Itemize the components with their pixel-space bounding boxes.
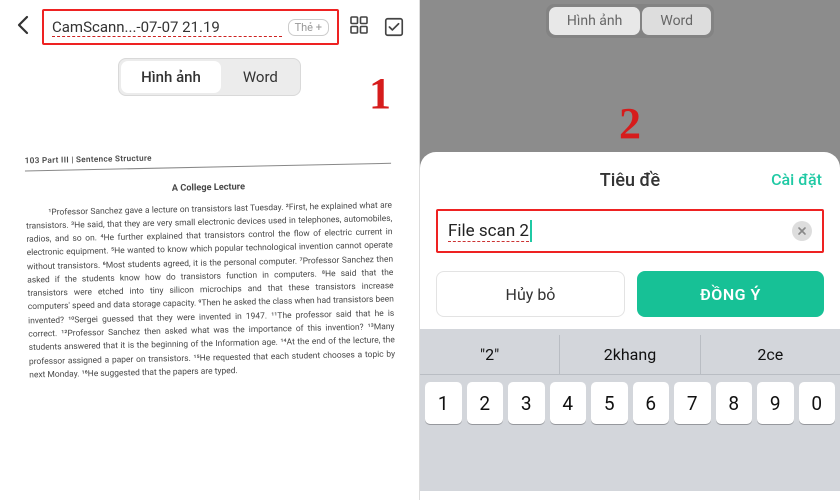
- annotation-step-number-2: 2: [619, 98, 641, 149]
- document-title-text: CamScann...-07-07 21.19: [52, 18, 282, 37]
- suggestion-1[interactable]: "2": [420, 335, 560, 374]
- key-1[interactable]: 1: [425, 382, 462, 424]
- title-input-value: File scan 2: [448, 221, 529, 242]
- scanned-document-preview[interactable]: 103 Part III | Sentence Structure A Coll…: [0, 117, 420, 500]
- key-6[interactable]: 6: [633, 382, 670, 424]
- rename-modal: Tiêu đề Cài đặt File scan 2 Hủy bỏ ĐỒNG …: [420, 152, 840, 500]
- clear-input-icon[interactable]: [792, 221, 812, 241]
- back-button[interactable]: [10, 11, 36, 44]
- text-cursor: [530, 220, 532, 242]
- annotation-step-number-1: 1: [369, 68, 391, 119]
- view-mode-segment: Hình ảnh Word: [0, 58, 419, 96]
- suggestion-3[interactable]: 2ce: [701, 335, 840, 374]
- keyboard-number-row: 1 2 3 4 5 6 7 8 9 0: [420, 375, 840, 424]
- doc-body-text: ¹Professor Sanchez gave a lecture on tra…: [26, 199, 396, 383]
- segment-word-tab[interactable]: Word: [223, 61, 298, 93]
- title-input-highlight[interactable]: File scan 2: [436, 209, 824, 253]
- key-2[interactable]: 2: [467, 382, 504, 424]
- suggestion-2[interactable]: 2khang: [560, 335, 700, 374]
- key-8[interactable]: 8: [716, 382, 753, 424]
- key-3[interactable]: 3: [508, 382, 545, 424]
- confirm-button[interactable]: ĐỒNG Ý: [637, 271, 824, 317]
- settings-link[interactable]: Cài đặt: [771, 170, 822, 189]
- segment-image-tab[interactable]: Hình ảnh: [121, 61, 221, 93]
- key-4[interactable]: 4: [550, 382, 587, 424]
- grid-view-icon[interactable]: [345, 11, 373, 44]
- bg-segment-image: Hình ảnh: [549, 7, 640, 35]
- doc-section-header: 103 Part III | Sentence Structure: [25, 154, 152, 166]
- top-bar: CamScann...-07-07 21.19 Thẻ +: [0, 0, 419, 54]
- doc-heading: A College Lecture: [25, 179, 391, 199]
- key-7[interactable]: 7: [674, 382, 711, 424]
- keyboard-suggestion-bar: "2" 2khang 2ce: [420, 335, 840, 375]
- cancel-button[interactable]: Hủy bỏ: [436, 271, 625, 317]
- ios-keyboard: "2" 2khang 2ce 1 2 3 4 5 6 7 8 9 0: [420, 329, 840, 491]
- select-check-icon[interactable]: [379, 12, 409, 42]
- key-5[interactable]: 5: [591, 382, 628, 424]
- dimmed-segment-background: Hình ảnh Word: [420, 0, 840, 48]
- screenshot-step-2: Hình ảnh Word 2 Tiêu đề Cài đặt File sca…: [420, 0, 840, 500]
- document-title-field-highlight[interactable]: CamScann...-07-07 21.19 Thẻ +: [42, 9, 339, 45]
- add-tag-chip[interactable]: Thẻ +: [288, 19, 329, 36]
- screenshot-step-1: CamScann...-07-07 21.19 Thẻ + Hình ảnh W…: [0, 0, 420, 500]
- modal-title: Tiêu đề: [600, 170, 660, 191]
- key-9[interactable]: 9: [757, 382, 794, 424]
- bg-segment-word: Word: [642, 7, 711, 35]
- key-0[interactable]: 0: [799, 382, 836, 424]
